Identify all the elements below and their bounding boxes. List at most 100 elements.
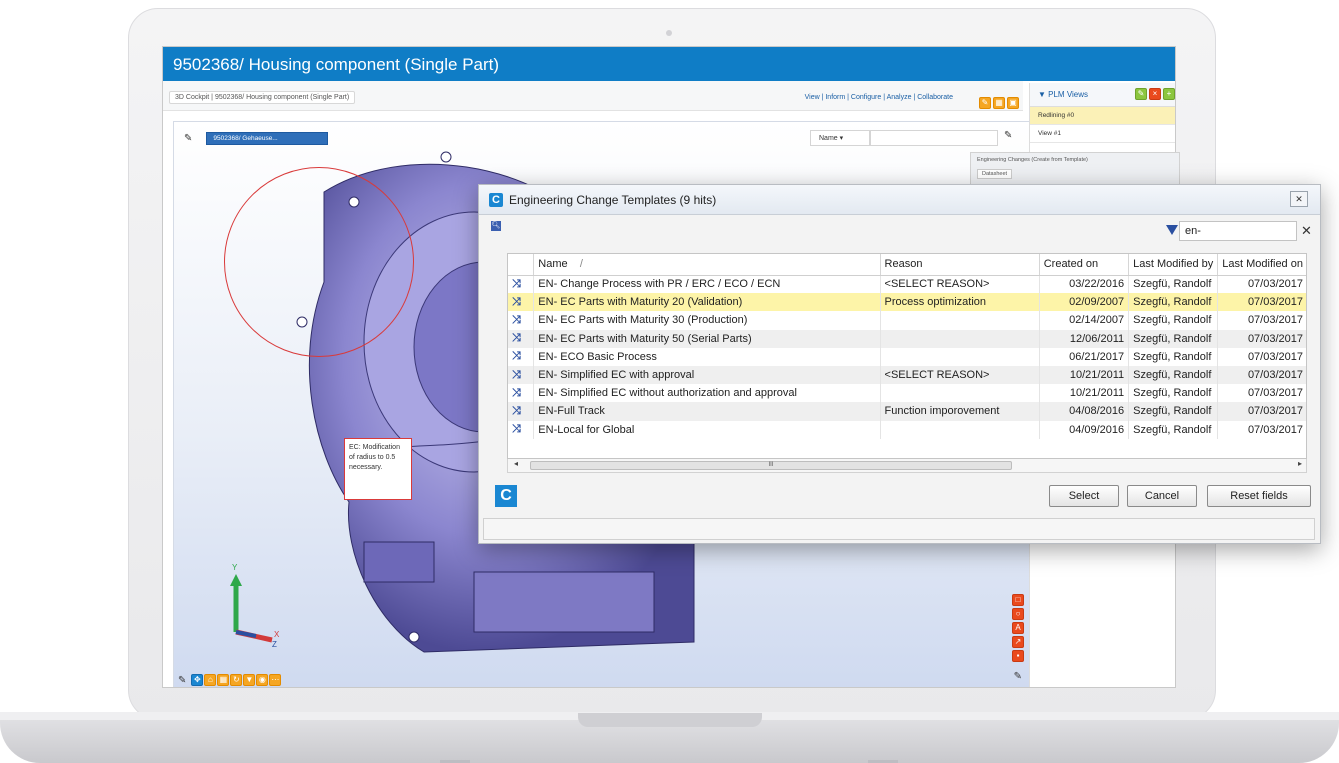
table-row[interactable]: ⤨ EN- ECO Basic Process 06/21/2017 Szegfü, … <box>508 347 1306 366</box>
breadcrumb-bar: 3D Cockpit | 9502368/ Housing component … <box>163 81 1023 111</box>
column-header-reason[interactable]: Reason <box>880 254 1040 276</box>
scroll-right-icon[interactable]: ▸ <box>1298 459 1302 468</box>
note-icon[interactable]: ▪ <box>1012 650 1024 662</box>
table-row[interactable]: ⤨ EN- Change Process with PR / ERC / ECO … <box>508 275 1306 294</box>
camera-icon[interactable]: ◉ <box>256 674 269 686</box>
app-logo-icon: C <box>489 193 503 207</box>
circle-icon[interactable]: ○ <box>1012 608 1024 620</box>
cell-reason <box>880 420 1040 439</box>
plm-view-item[interactable]: Redlining #0 <box>1030 107 1175 125</box>
cell-last-modified-by: Szegfü, Randolf <box>1128 311 1219 330</box>
cell-name: EN- ECO Basic Process <box>533 347 881 366</box>
add-icon[interactable]: + <box>1163 88 1175 100</box>
close-icon[interactable]: ✕ <box>1290 191 1308 207</box>
cancel-button[interactable]: Cancel <box>1127 485 1197 507</box>
grid-icon[interactable]: ▦ <box>217 674 230 686</box>
search-icon[interactable]: 🔍︎ <box>491 221 501 231</box>
reset-fields-button[interactable]: Reset fields <box>1207 485 1311 507</box>
laptop-notch <box>578 713 762 727</box>
engineering-changes-panel: Engineering Changes (Create from Templat… <box>970 152 1180 188</box>
cell-last-modified-on: 07/03/2017 <box>1217 275 1306 294</box>
table-row[interactable]: ⤨ EN- Simplified EC with approval <SELECT … <box>508 365 1306 385</box>
pencil-icon[interactable]: ✎ <box>1014 671 1022 682</box>
cell-created-on: 12/06/2011 <box>1039 329 1130 348</box>
change-process-icon: ⤨ <box>508 365 535 385</box>
cell-created-on: 04/08/2016 <box>1039 402 1130 421</box>
funnel-icon[interactable] <box>1166 225 1178 235</box>
window-title: 9502368/ Housing component (Single Part) <box>163 47 1175 81</box>
cell-last-modified-by: Szegfü, Randolf <box>1128 329 1219 348</box>
svg-text:X: X <box>274 630 280 639</box>
viewport-annotation-toolbar: □ ○ A ↗ ▪ <box>1012 594 1024 662</box>
cell-last-modified-on: 07/03/2017 <box>1217 347 1306 366</box>
panel-icon[interactable]: ▣ <box>1007 97 1019 109</box>
cell-reason <box>880 347 1040 366</box>
cell-created-on: 10/21/2011 <box>1039 384 1130 403</box>
column-header-name[interactable]: Name / <box>533 254 881 276</box>
arrow-icon[interactable]: ↗ <box>1012 636 1024 648</box>
column-header-last-modified-on[interactable]: Last Modified on <box>1217 254 1306 276</box>
top-menu-links[interactable]: View | Inform | Configure | Analyze | Co… <box>805 94 953 101</box>
plm-views-header: ▼ PLM Views ✎ × + <box>1030 83 1175 107</box>
svg-text:Y: Y <box>232 563 238 572</box>
top-toolbar: ✎ ▦ ▣ <box>979 97 1019 109</box>
dialog-title-bar: C Engineering Change Templates (9 hits) … <box>479 185 1320 215</box>
cell-last-modified-by: Szegfü, Randolf <box>1128 384 1219 403</box>
cell-name: EN- EC Parts with Maturity 30 (Productio… <box>533 311 881 330</box>
column-header-created-on[interactable]: Created on <box>1039 254 1130 276</box>
cell-reason <box>880 384 1040 403</box>
edit-icon[interactable]: ✎ <box>1135 88 1147 100</box>
dialog-status-bar <box>483 518 1315 540</box>
plm-view-item[interactable]: View #1 <box>1030 125 1175 143</box>
table-row[interactable]: ⤨ EN- Simplified EC without authorization… <box>508 384 1306 403</box>
rectangle-icon[interactable]: □ <box>1012 594 1024 606</box>
cell-name: EN- EC Parts with Maturity 20 (Validatio… <box>533 293 881 312</box>
cell-reason: <SELECT REASON> <box>880 275 1040 294</box>
cell-reason: <SELECT REASON> <box>880 365 1040 385</box>
change-process-icon: ⤨ <box>508 293 535 312</box>
column-header-icon <box>508 254 535 276</box>
cell-last-modified-on: 07/03/2017 <box>1217 329 1306 348</box>
cell-last-modified-by: Szegfü, Randolf <box>1128 420 1219 439</box>
cell-created-on: 02/14/2007 <box>1039 311 1130 330</box>
cell-last-modified-on: 07/03/2017 <box>1217 365 1306 385</box>
home-icon[interactable]: ⌂ <box>204 674 217 686</box>
edit-icon[interactable]: ✎ <box>979 97 991 109</box>
more-icon[interactable]: ⋯ <box>269 674 282 686</box>
filter-tool-icon[interactable]: ▼ <box>243 674 256 686</box>
change-process-icon: ⤨ <box>508 311 535 330</box>
grid-icon[interactable]: ▦ <box>993 97 1005 109</box>
filter-input[interactable]: en- <box>1179 221 1297 241</box>
scroll-left-icon[interactable]: ◂ <box>514 459 518 468</box>
horizontal-scrollbar[interactable]: ◂ III ▸ <box>507 459 1307 473</box>
breadcrumb[interactable]: 3D Cockpit | 9502368/ Housing component … <box>169 91 356 104</box>
cell-last-modified-by: Szegfü, Randolf <box>1128 402 1219 421</box>
plm-views-title: PLM Views <box>1048 90 1089 99</box>
datasheet-tab[interactable]: Datasheet <box>977 169 1013 179</box>
table-row[interactable]: ⤨ EN- EC Parts with Maturity 50 (Serial P… <box>508 329 1306 348</box>
table-row[interactable]: ⤨ EN-Full Track Function imporovement 04/08… <box>508 402 1306 421</box>
clear-filter-icon[interactable]: ✕ <box>1301 223 1312 239</box>
text-icon[interactable]: A <box>1012 622 1024 634</box>
select-button[interactable]: Select <box>1049 485 1119 507</box>
select-tool-icon[interactable]: ✥ <box>191 674 204 686</box>
cell-name: EN-Local for Global <box>533 420 881 439</box>
change-process-icon: ⤨ <box>508 384 535 403</box>
cell-reason: Process optimization <box>880 293 1040 312</box>
cell-name: EN- Change Process with PR / ERC / ECO /… <box>533 275 881 294</box>
change-process-icon: ⤨ <box>508 402 535 421</box>
cell-created-on: 03/22/2016 <box>1039 275 1130 294</box>
cell-name: EN- EC Parts with Maturity 50 (Serial Pa… <box>533 329 881 348</box>
cell-created-on: 02/09/2007 <box>1039 293 1130 312</box>
table-header-row: Name / Reason Created on Last Modified b… <box>508 254 1306 276</box>
table-row[interactable]: ⤨ EN-Local for Global 04/09/2016 Szegfü, Ra… <box>508 420 1306 439</box>
column-header-last-modified-by[interactable]: Last Modified by <box>1128 254 1219 276</box>
rotate-icon[interactable]: ↻ <box>230 674 243 686</box>
table-row[interactable]: ⤨ EN- EC Parts with Maturity 20 (Validati… <box>508 293 1306 312</box>
cell-reason: Function imporovement <box>880 402 1040 421</box>
table-row[interactable]: ⤨ EN- EC Parts with Maturity 30 (Producti… <box>508 311 1306 330</box>
scrollbar-thumb[interactable]: III <box>530 461 1012 470</box>
column-header-name-label: Name <box>538 258 568 271</box>
delete-icon[interactable]: × <box>1149 88 1161 100</box>
pencil-icon[interactable]: ✎ <box>178 675 186 686</box>
